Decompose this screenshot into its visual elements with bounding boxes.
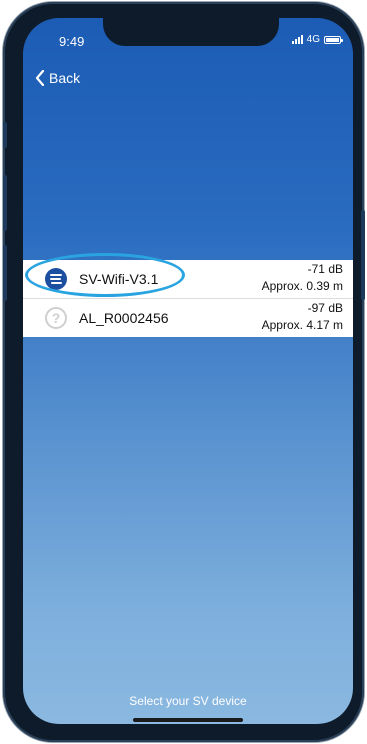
device-name: SV-Wifi-V3.1 (79, 271, 159, 287)
device-list: SV-Wifi-V3.1 -71 dB Approx. 0.39 m ? AL_… (23, 253, 353, 337)
mute-switch (3, 122, 7, 148)
battery-icon (324, 35, 343, 44)
device-distance: Approx. 0.39 m (261, 279, 343, 293)
device-meta: -71 dB Approx. 0.39 m (262, 261, 343, 295)
volume-down-button (3, 245, 7, 301)
device-signal: -71 dB (307, 262, 343, 276)
back-label: Back (49, 70, 81, 86)
power-button (361, 210, 365, 300)
device-row[interactable]: ? AL_R0002456 -97 dB Approx. 4.17 m (23, 299, 353, 337)
device-name: AL_R0002456 (79, 310, 169, 326)
footer-hint: Select your SV device (129, 694, 247, 708)
back-button[interactable]: Back (35, 70, 80, 86)
volume-up-button (3, 175, 7, 231)
status-indicators: 4G (291, 34, 343, 45)
status-time: 9:49 (59, 34, 85, 49)
phone-screen: 9:49 4G Back SV-Wifi-V3.1 -71 dB Approx.… (23, 18, 353, 724)
question-mark-icon: ? (45, 307, 67, 329)
network-type: 4G (306, 34, 320, 45)
chevron-left-icon (35, 70, 45, 86)
device-signal: -97 dB (307, 301, 343, 315)
device-distance: Approx. 4.17 m (261, 318, 343, 332)
signal-icon (291, 35, 303, 44)
sv-logo-icon (45, 268, 67, 290)
notch (103, 18, 279, 46)
device-meta: -97 dB Approx. 4.17 m (262, 300, 343, 334)
device-row[interactable]: SV-Wifi-V3.1 -71 dB Approx. 0.39 m (23, 253, 353, 299)
home-indicator[interactable] (133, 718, 243, 722)
